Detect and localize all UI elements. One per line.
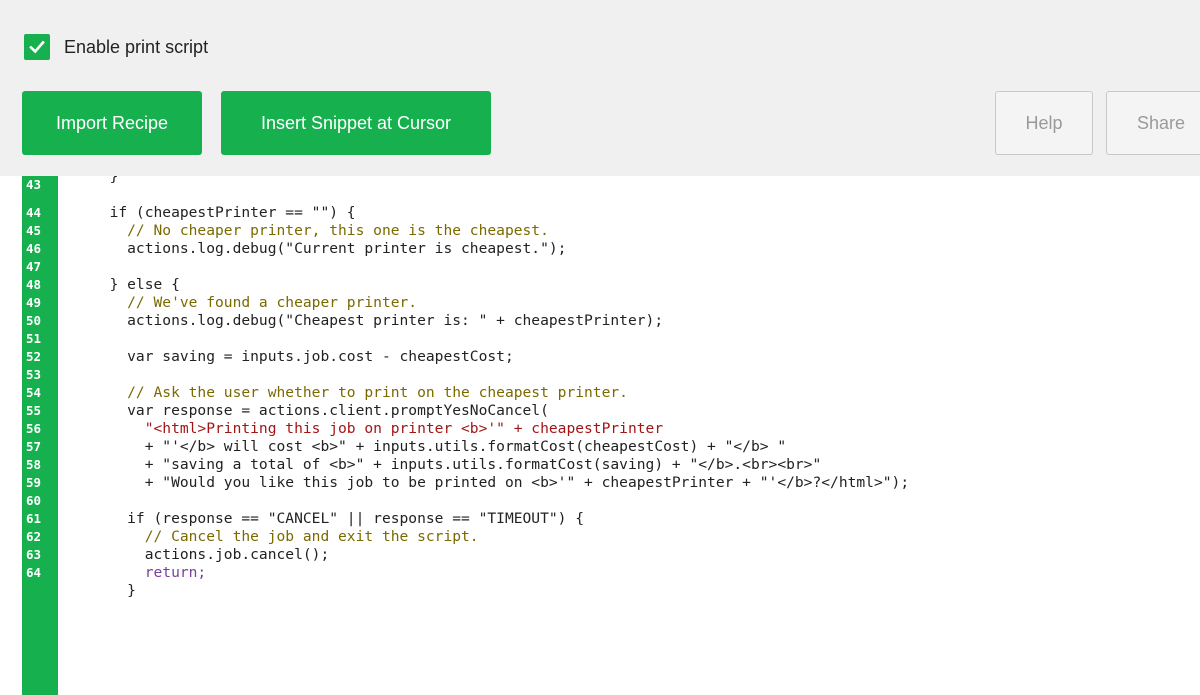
line-number: 46 xyxy=(26,241,42,256)
help-button[interactable]: Help xyxy=(995,91,1093,155)
enable-print-script-label: Enable print script xyxy=(64,36,209,57)
line-number: 43 xyxy=(26,177,42,192)
code-line: var response = actions.client.promptYesN… xyxy=(92,402,549,419)
insert-snippet-button[interactable]: Insert Snippet at Cursor xyxy=(221,91,491,155)
line-number: 53 xyxy=(26,367,42,382)
line-number: 52 xyxy=(26,349,42,364)
enable-print-script-checkbox[interactable]: Enable print script xyxy=(24,34,208,60)
line-number: 61 xyxy=(26,511,42,526)
line-number: 45 xyxy=(26,223,42,238)
line-number: 62 xyxy=(26,529,42,544)
code-line: } xyxy=(92,582,136,599)
code-line: "<html>Printing this job on printer <b>'… xyxy=(92,420,664,437)
code-line-comment: // No cheaper printer, this one is the c… xyxy=(92,222,549,239)
code-line: actions.log.debug("Current printer is ch… xyxy=(92,240,567,257)
line-number: 47 xyxy=(26,259,42,274)
line-number: 50 xyxy=(26,313,42,328)
line-number: 49 xyxy=(26,295,42,310)
line-number: 58 xyxy=(26,457,42,472)
line-number: 54 xyxy=(26,385,42,400)
code-line: actions.log.debug("Cheapest printer is: … xyxy=(92,312,664,329)
code-line: + "saving a total of <b>" + inputs.utils… xyxy=(92,456,822,473)
code-line-comment: // We've found a cheaper printer. xyxy=(92,294,418,311)
code-line: if (response == "CANCEL" || response == … xyxy=(92,510,585,527)
line-number: 64 xyxy=(26,565,42,580)
line-number: 63 xyxy=(26,547,42,562)
code-line: var saving = inputs.job.cost - cheapestC… xyxy=(92,348,514,365)
import-recipe-button[interactable]: Import Recipe xyxy=(22,91,202,155)
code-line-comment: // Cancel the job and exit the script. xyxy=(92,528,479,545)
line-number: 60 xyxy=(26,493,42,508)
line-number: 59 xyxy=(26,475,42,490)
code-line: + "'</b> will cost <b>" + inputs.utils.f… xyxy=(92,438,787,455)
code-line: actions.job.cancel(); xyxy=(92,546,330,563)
code-line: return; xyxy=(92,564,207,581)
line-number: 44 xyxy=(26,205,42,220)
checkbox-checked-icon[interactable] xyxy=(24,34,50,60)
line-number: 51 xyxy=(26,331,42,346)
code-editor[interactable]: 43 44 45 46 47 48 49 50 51 52 53 54 55 5… xyxy=(0,176,1200,695)
share-button[interactable]: Share xyxy=(1106,91,1200,155)
code-line: if (cheapestPrinter == "") { xyxy=(92,204,356,221)
line-number: 48 xyxy=(26,277,42,292)
code-line: + "Would you like this job to be printed… xyxy=(92,474,910,491)
code-line: } else { xyxy=(92,276,180,293)
line-number: 56 xyxy=(26,421,42,436)
code-line-comment: // Ask the user whether to print on the … xyxy=(92,384,628,401)
code-line: } xyxy=(92,176,119,185)
line-number: 55 xyxy=(26,403,42,418)
line-number: 57 xyxy=(26,439,42,454)
